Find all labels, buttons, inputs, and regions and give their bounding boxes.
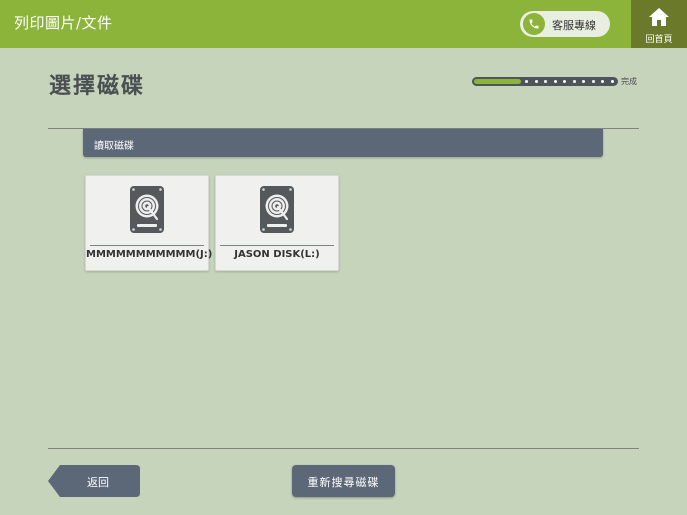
disk-label: JASON DISK(L:) <box>234 249 320 260</box>
progress-step-dot <box>601 80 605 83</box>
progress-step-dot <box>544 80 548 83</box>
progress-step-dot <box>525 80 529 83</box>
home-icon <box>649 8 669 26</box>
disk-divider <box>90 245 204 246</box>
home-label: 回首頁 <box>645 35 673 45</box>
progress-step-dot <box>591 80 595 83</box>
hard-disk-icon <box>260 186 294 233</box>
progress-step-dot <box>582 80 586 83</box>
top-bar: 列印圖片/文件 客服專線 回首頁 <box>0 0 687 48</box>
hotline-button[interactable]: 客服專線 <box>520 11 610 37</box>
app-title: 列印圖片/文件 <box>14 14 113 32</box>
rescan-disk-button[interactable]: 重新搜尋磁碟 <box>292 465 395 497</box>
back-label: 返回 <box>87 476 109 489</box>
hard-disk-icon <box>130 186 164 233</box>
rescan-label: 重新搜尋磁碟 <box>307 476 380 489</box>
page-title: 選擇磁碟 <box>49 74 146 99</box>
section-label: 讀取磁碟 <box>94 141 134 152</box>
disk-divider <box>220 245 334 246</box>
progress-label: 完成 <box>621 77 637 86</box>
disk-label: MMMMMMMMMMM(J:) <box>86 249 213 260</box>
progress-step-dot <box>534 80 538 83</box>
disk-card-l[interactable]: JASON DISK(L:) <box>215 175 339 271</box>
disk-card-j[interactable]: MMMMMMMMMMM(J:) <box>85 175 213 271</box>
progress-step-dot <box>553 80 557 83</box>
progress-step-dot <box>610 80 614 83</box>
progress-fill <box>474 79 521 84</box>
progress-step-dot <box>572 80 576 83</box>
progress-step-dot <box>563 80 567 83</box>
progress-bar <box>472 77 618 86</box>
home-button[interactable]: 回首頁 <box>631 0 687 48</box>
back-button[interactable]: 返回 <box>48 465 140 497</box>
section-header: 讀取磁碟 <box>83 129 603 157</box>
phone-icon <box>523 13 545 35</box>
hotline-label: 客服專線 <box>552 19 596 32</box>
divider-bottom <box>48 448 639 449</box>
